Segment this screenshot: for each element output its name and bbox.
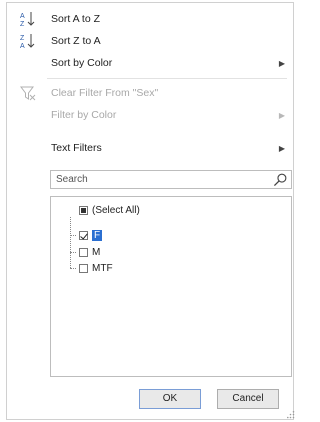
list-item-label: F (92, 229, 103, 241)
sort-descending-icon: Z A (20, 34, 35, 49)
list-item[interactable]: MTF (79, 261, 113, 275)
menu-sort-by-color-label: Sort by Color (51, 57, 113, 69)
submenu-arrow-icon: ▶ (278, 143, 285, 153)
menu-clear-filter-label: Clear Filter From "Sex" (51, 87, 159, 99)
menu-sort-az[interactable]: A Z Sort A to Z (7, 8, 293, 30)
menu-sort-az-label: Sort A to Z (51, 13, 101, 25)
submenu-arrow-icon: ▶ (278, 110, 285, 120)
menu-text-filters[interactable]: Text Filters ▶ (7, 137, 293, 159)
search-placeholder: Search (56, 174, 88, 185)
filter-dropdown-panel: A Z Sort A to Z Z A Sort Z to A Sort by … (6, 2, 295, 420)
tree-connector (70, 268, 76, 269)
search-input[interactable]: Search (50, 170, 292, 189)
list-item[interactable]: F (79, 228, 103, 242)
menu-sort-by-color[interactable]: Sort by Color ▶ (7, 52, 293, 74)
clear-filter-icon (20, 86, 36, 101)
tree-connector (70, 235, 76, 236)
svg-text:A: A (20, 13, 25, 20)
submenu-arrow-icon: ▶ (278, 58, 285, 68)
menu-clear-filter: Clear Filter From "Sex" (7, 82, 293, 104)
resize-grip-icon[interactable] (287, 411, 295, 419)
ok-button[interactable]: OK (139, 389, 201, 409)
list-item-select-all[interactable]: (Select All) (79, 203, 140, 217)
svg-text:A: A (20, 43, 25, 49)
tree-connector (70, 217, 71, 268)
svg-text:Z: Z (20, 35, 25, 42)
filter-values-list[interactable]: (Select All) F M MTF (50, 196, 292, 377)
checkbox-f[interactable] (79, 230, 88, 240)
tree-connector (70, 252, 76, 253)
menu-filter-by-color-label: Filter by Color (51, 109, 117, 121)
menu-filter-by-color: Filter by Color ▶ (7, 104, 293, 126)
checkbox-select-all[interactable] (79, 205, 88, 215)
search-icon (273, 173, 287, 187)
menu-sort-za[interactable]: Z A Sort Z to A (7, 30, 293, 52)
list-item-label: MTF (92, 262, 113, 274)
list-item-label: M (92, 246, 101, 258)
sort-ascending-icon: A Z (20, 12, 35, 27)
menu-text-filters-label: Text Filters (51, 142, 102, 154)
cancel-button[interactable]: Cancel (217, 389, 279, 409)
checkbox-m[interactable] (79, 247, 88, 257)
list-item-label: (Select All) (92, 204, 140, 216)
list-item[interactable]: M (79, 245, 100, 259)
menu-sort-za-label: Sort Z to A (51, 35, 101, 47)
svg-text:Z: Z (20, 21, 25, 27)
menu-separator (47, 78, 287, 79)
checkbox-mtf[interactable] (79, 263, 88, 273)
